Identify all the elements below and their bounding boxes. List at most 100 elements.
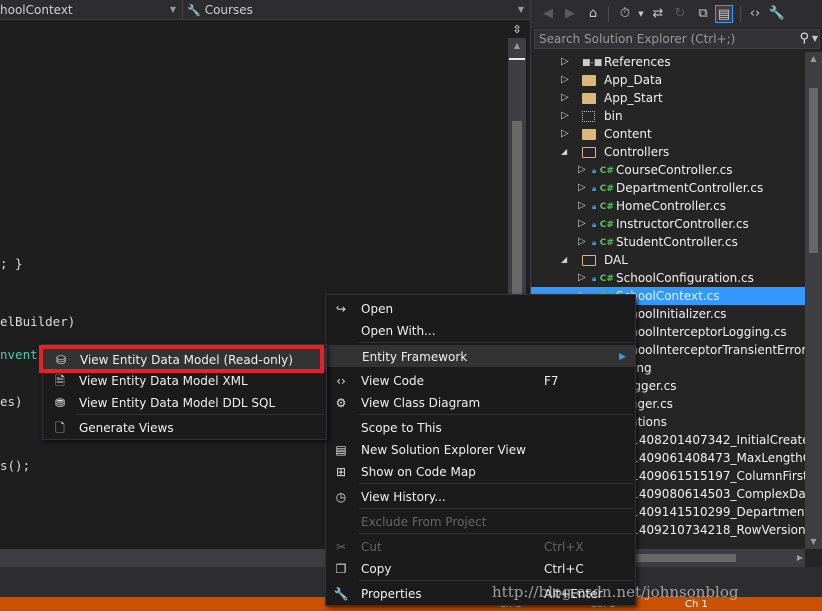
tree-item[interactable]: ▷ ■-■ References [531, 53, 805, 71]
menu-item-view-history[interactable]: ◷ View History... [326, 486, 635, 508]
menu-item-label: View History... [361, 490, 446, 504]
collapsed-arrow-icon[interactable]: ▷ [578, 179, 588, 197]
menu-item-label: Show on Code Map [361, 465, 476, 479]
tree-item[interactable]: ▷ 🔒︎ C# DepartmentController.cs [531, 179, 805, 197]
scroll-up-icon[interactable]: ▲ [805, 52, 822, 66]
class-dropdown[interactable]: hoolContext ▼ [0, 0, 180, 20]
tree-item[interactable]: ▷ 🔒︎ C# InstructorController.cs [531, 215, 805, 233]
menu-separator [359, 580, 633, 581]
tree-item[interactable]: ▷ Content [531, 125, 805, 143]
tree-item-label: CourseController.cs [616, 163, 733, 177]
search-icon[interactable]: ⚲ [799, 31, 809, 46]
show-all-files-icon[interactable]: ▤ [715, 5, 733, 23]
menu-item-label: Exclude From Project [361, 515, 487, 529]
entity-framework-submenu: ⛁ View Entity Data Model (Read-only) 🗎 View… [42, 344, 327, 440]
open-icon: ↪ [335, 302, 347, 316]
csharp-file-icon: 🔒︎ C# [592, 220, 614, 230]
collapsed-arrow-icon[interactable]: ▷ [561, 125, 571, 143]
chevron-down-icon[interactable]: ▼ [632, 5, 650, 23]
code-map-icon: ⊞ [335, 465, 347, 479]
csharp-file-icon: 🔒︎ C# [592, 202, 614, 212]
menu-item-open[interactable]: ↪ Open [326, 298, 635, 320]
menu-item-open-with[interactable]: Open With... [326, 320, 635, 342]
context-menu: ↪ Open Open With... Entity Framework ▶ ‹› View… [325, 294, 636, 606]
menu-item-copy[interactable]: ❐ Copy Ctrl+C [326, 558, 635, 580]
submenu-item-view-entity-data-model-ddl-sql[interactable]: ⛃ View Entity Data Model DDL SQL [43, 392, 326, 414]
collapsed-arrow-icon[interactable]: ▷ [578, 215, 588, 233]
submenu-item-view-entity-data-model-read-only[interactable]: ⛁ View Entity Data Model (Read-only) [43, 348, 326, 370]
expanded-arrow-icon[interactable]: ◢ [561, 143, 571, 161]
member-dropdown-value: Courses [204, 3, 253, 17]
submenu-item-label: Generate Views [79, 421, 174, 435]
menu-item-view-code[interactable]: ‹› View Code F7 [326, 370, 635, 392]
scroll-right-icon[interactable]: ▶ [797, 549, 803, 567]
properties-icon[interactable]: 🔧 [768, 5, 786, 23]
collapsed-arrow-icon[interactable]: ▷ [578, 197, 588, 215]
collapsed-arrow-icon[interactable]: ▷ [561, 71, 571, 89]
back-icon[interactable]: ◀ [539, 5, 557, 23]
menu-item-cut[interactable]: ✂ Cut Ctrl+X [326, 536, 635, 558]
scroll-up-icon[interactable]: ▲ [508, 39, 526, 53]
menu-item-new-solution-explorer-view[interactable]: ▤ New Solution Explorer View [326, 439, 635, 461]
class-diagram-icon: ⚙ [335, 396, 347, 410]
menu-item-view-class-diagram[interactable]: ⚙ View Class Diagram [326, 392, 635, 414]
editor-navigation-bar: hoolContext ▼ 🔧 Courses ▼ [0, 0, 530, 20]
tree-item-label: App_Start [604, 91, 663, 105]
collapsed-arrow-icon[interactable]: ▷ [561, 107, 571, 125]
tree-item-label: 201409080614503_ComplexDataModel.cs [616, 487, 805, 501]
tree-item-label: SchoolInterceptorTransientErrors.cs [616, 343, 805, 357]
tree-item-label: 201409210734218_RowVersion.cs [616, 523, 805, 537]
collapsed-arrow-icon[interactable]: ▷ [578, 269, 588, 287]
tree-item-label: SchoolInterceptorLogging.cs [616, 325, 787, 339]
menu-item-label: New Solution Explorer View [361, 443, 526, 457]
solution-explorer-vertical-scrollbar[interactable]: ▲ ▼ [805, 52, 822, 549]
tree-item[interactable]: ◢ DAL [531, 251, 805, 269]
menu-item-show-on-code-map[interactable]: ⊞ Show on Code Map [326, 461, 635, 483]
expanded-arrow-icon[interactable]: ◢ [561, 251, 571, 269]
collapsed-arrow-icon[interactable]: ▷ [578, 161, 588, 179]
view-code-icon[interactable]: ‹› [746, 5, 764, 23]
tree-item[interactable]: ▷ App_Start [531, 89, 805, 107]
menu-item-exclude-from-project[interactable]: Exclude From Project [326, 511, 635, 533]
submenu-item-view-entity-data-model-xml[interactable]: 🗎 View Entity Data Model XML [43, 370, 326, 392]
tree-item[interactable]: ▷ 🔒︎ C# SchoolConfiguration.cs [531, 269, 805, 287]
tree-item[interactable]: ▷ bin [531, 107, 805, 125]
submenu-item-generate-views[interactable]: 🗋 Generate Views [43, 417, 326, 439]
forward-icon[interactable]: ▶ [561, 5, 579, 23]
code-line: s(); [0, 458, 31, 473]
csharp-file-icon: 🔒︎ C# [592, 184, 614, 194]
search-input[interactable] [539, 31, 789, 47]
scroll-down-icon[interactable]: ▼ [805, 535, 822, 549]
menu-separator [359, 414, 633, 415]
toolbar-separator [608, 6, 609, 22]
collapsed-arrow-icon[interactable]: ▷ [561, 89, 571, 107]
member-dropdown[interactable]: 🔧 Courses ▼ [182, 0, 528, 20]
sync-icon[interactable]: ⇄ [649, 5, 667, 23]
tree-item[interactable]: ▷ App_Data [531, 71, 805, 89]
code-line: elBuilder) [0, 314, 76, 329]
menu-item-label: Cut [361, 540, 382, 554]
collapsed-arrow-icon[interactable]: ▷ [561, 53, 571, 71]
tree-item[interactable]: ▷ 🔒︎ C# HomeController.cs [531, 197, 805, 215]
collapse-all-icon[interactable]: ⧉ [694, 5, 712, 23]
generate-views-icon: 🗋 [55, 421, 65, 435]
history-icon: ◷ [335, 490, 347, 504]
tree-item[interactable]: ▷ 🔒︎ C# CourseController.cs [531, 161, 805, 179]
scrollbar-thumb[interactable] [809, 88, 818, 253]
refresh-icon[interactable]: ↻ [671, 5, 689, 23]
search-solution-explorer[interactable]: ⚲ ▼ [534, 29, 820, 49]
collapsed-arrow-icon[interactable]: ▷ [578, 233, 588, 251]
class-dropdown-value: hoolContext [0, 3, 73, 17]
chevron-down-icon[interactable]: ▼ [812, 31, 818, 47]
home-icon[interactable]: ⌂ [584, 5, 602, 23]
menu-item-scope-to-this[interactable]: Scope to This [326, 417, 635, 439]
chevron-down-icon: ▼ [517, 5, 524, 14]
menu-item-entity-framework[interactable]: Entity Framework ▶ [326, 345, 635, 367]
split-window-icon[interactable]: ⇳ [508, 21, 526, 38]
submenu-item-label: View Entity Data Model DDL SQL [79, 396, 276, 410]
menu-item-properties[interactable]: 🔧 Properties Alt+Enter [326, 583, 635, 605]
view-code-icon: ‹› [336, 374, 346, 388]
menu-item-shortcut: Alt+Enter [544, 587, 603, 601]
tree-item[interactable]: ◢ Controllers [531, 143, 805, 161]
tree-item[interactable]: ▷ 🔒︎ C# StudentController.cs [531, 233, 805, 251]
